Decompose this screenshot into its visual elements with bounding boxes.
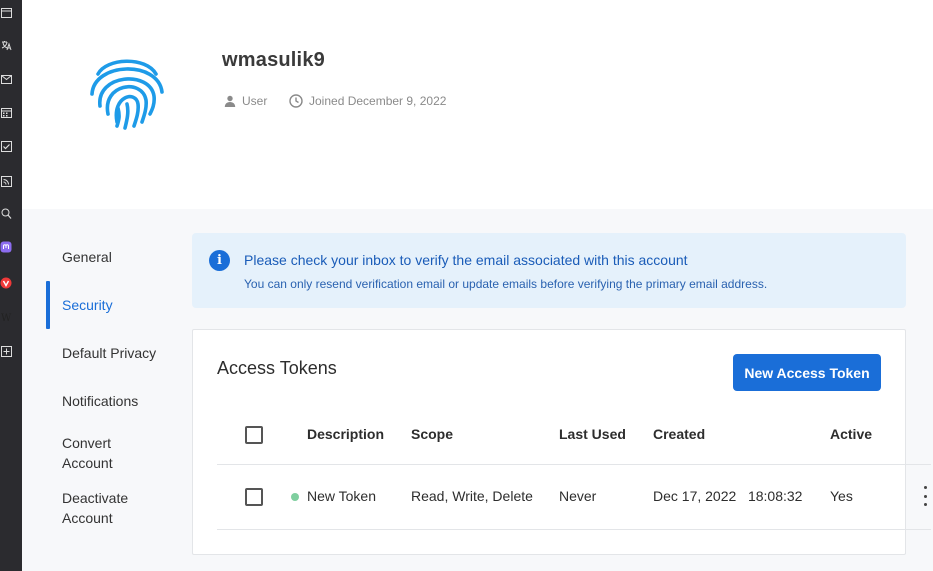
column-header-description[interactable]: Description [307, 426, 384, 442]
more-vertical-icon[interactable] [922, 486, 928, 506]
vivaldi-icon[interactable] [0, 276, 12, 290]
sidebar-item-notifications[interactable]: Notifications [62, 391, 182, 411]
sidebar-item-deactivate-account[interactable]: Deactivate Account [62, 488, 142, 528]
reader-icon[interactable] [0, 207, 12, 221]
sidebar-item-convert-account[interactable]: Convert Account [62, 433, 142, 473]
user-icon [224, 95, 236, 107]
role-meta: User [224, 94, 267, 108]
token-description: New Token [307, 488, 377, 504]
row-checkbox[interactable] [245, 488, 263, 506]
svg-text:W: W [1, 313, 12, 322]
access-tokens-card: Access Tokens New Access Token Descripti… [192, 329, 931, 555]
mastodon-icon[interactable] [0, 240, 12, 254]
column-header-scope[interactable]: Scope [411, 426, 453, 442]
verify-email-alert: i Please check your inbox to verify the … [192, 233, 906, 308]
browser-side-panel: W [0, 0, 22, 571]
username: wmasulik9 [222, 49, 325, 71]
translate-icon[interactable] [0, 38, 12, 52]
row-divider [217, 529, 931, 530]
fingerprint-icon [86, 48, 168, 130]
sidebar-item-general[interactable]: General [62, 247, 182, 267]
mail-icon[interactable] [0, 72, 12, 86]
role-label: User [242, 94, 268, 108]
column-header-active[interactable]: Active [830, 426, 872, 442]
token-active: Yes [830, 488, 853, 504]
token-status-dot [291, 493, 299, 501]
select-all-checkbox[interactable] [245, 426, 263, 444]
token-created: Dec 17, 2022 18:08:32 [653, 488, 803, 504]
alert-title: Please check your inbox to verify the em… [244, 252, 688, 268]
active-indicator [46, 281, 50, 329]
token-last-used: Never [559, 488, 597, 504]
info-icon: i [209, 250, 230, 271]
new-access-token-button[interactable]: New Access Token [733, 354, 881, 391]
window-icon[interactable] [0, 6, 12, 20]
sidebar-item-default-privacy[interactable]: Default Privacy [62, 343, 182, 363]
alert-subtitle: You can only resend verification email o… [244, 277, 768, 291]
joined-meta: Joined December 9, 2022 [289, 94, 446, 108]
clock-icon [289, 94, 303, 108]
token-scope: Read, Write, Delete [411, 488, 533, 504]
access-tokens-title: Access Tokens [217, 358, 337, 378]
feed-icon[interactable] [0, 174, 12, 188]
calendar-icon[interactable] [0, 105, 12, 119]
joined-label: Joined December 9, 2022 [309, 94, 447, 108]
profile-header: wmasulik9 User Joined December 9, 2022 [22, 0, 933, 209]
sidebar-item-security[interactable]: Security [62, 295, 182, 315]
column-header-last-used[interactable]: Last Used [559, 426, 626, 442]
add-panel-icon[interactable] [0, 344, 12, 358]
row-divider [217, 464, 931, 465]
column-header-created[interactable]: Created [653, 426, 705, 442]
wikipedia-icon[interactable]: W [0, 310, 12, 324]
tasks-icon[interactable] [0, 139, 12, 153]
